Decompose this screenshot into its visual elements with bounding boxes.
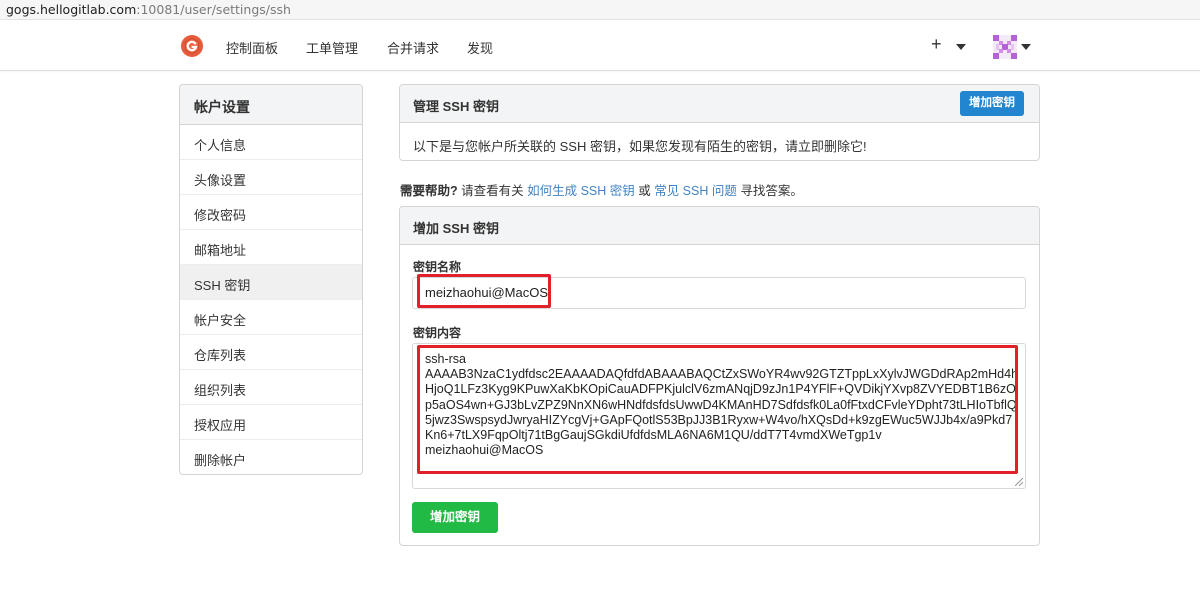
key-content-highlight-box — [417, 345, 1018, 474]
manage-ssh-keys-header: 管理 SSH 密钥 增加密钥 — [400, 85, 1039, 123]
sidebar-item-password[interactable]: 修改密码 — [180, 195, 362, 230]
add-ssh-key-header: 增加 SSH 密钥 — [400, 207, 1039, 245]
settings-sidebar: 帐户设置 个人信息 头像设置 修改密码 邮箱地址 SSH 密钥 帐户安全 仓库列… — [179, 84, 363, 475]
sidebar-item-ssh-keys[interactable]: SSH 密钥 — [180, 265, 362, 300]
sidebar-item-delete-account[interactable]: 删除帐户 — [180, 440, 362, 474]
gogs-logo-icon[interactable] — [180, 34, 204, 58]
sidebar-title: 帐户设置 — [180, 85, 362, 125]
sidebar-item-applications[interactable]: 授权应用 — [180, 405, 362, 440]
key-name-label: 密钥名称 — [413, 260, 462, 274]
manage-ssh-keys-title: 管理 SSH 密钥 — [413, 99, 499, 114]
chevron-down-icon[interactable] — [956, 44, 966, 50]
avatar[interactable] — [993, 35, 1017, 59]
plus-icon[interactable]: + — [931, 34, 942, 55]
url-text[interactable]: gogs.hellogitlab.com:10081/user/settings… — [6, 2, 291, 17]
nav-dashboard[interactable]: 控制面板 — [226, 38, 278, 57]
manage-ssh-keys-message: 以下是与您帐户所关联的 SSH 密钥，如果您发现有陌生的密钥，请立即删除它! — [413, 139, 867, 154]
sidebar-item-email[interactable]: 邮箱地址 — [180, 230, 362, 265]
resize-handle-icon[interactable] — [1015, 478, 1023, 486]
avatar-chevron-down-icon[interactable] — [1021, 44, 1031, 50]
key-content-label: 密钥内容 — [413, 326, 462, 340]
key-name-highlight-box — [417, 274, 551, 308]
help-label: 需要帮助? — [400, 184, 458, 198]
manage-ssh-keys-panel: 管理 SSH 密钥 增加密钥 以下是与您帐户所关联的 SSH 密钥，如果您发现有… — [399, 84, 1040, 161]
sidebar-item-profile[interactable]: 个人信息 — [180, 125, 362, 160]
sidebar-item-avatar[interactable]: 头像设置 — [180, 160, 362, 195]
help-text: 需要帮助? 请查看有关 如何生成 SSH 密钥 或 常见 SSH 问题 寻找答案… — [400, 184, 803, 198]
nav-issues[interactable]: 工单管理 — [306, 38, 358, 57]
add-ssh-key-title: 增加 SSH 密钥 — [413, 221, 499, 236]
sidebar-item-security[interactable]: 帐户安全 — [180, 300, 362, 335]
add-key-button[interactable]: 增加密钥 — [960, 91, 1024, 116]
sidebar-item-organizations[interactable]: 组织列表 — [180, 370, 362, 405]
common-ssh-issues-link[interactable]: 常见 SSH 问题 — [654, 184, 737, 198]
browser-address-bar[interactable]: gogs.hellogitlab.com:10081/user/settings… — [0, 0, 1200, 20]
submit-add-key-button[interactable]: 增加密钥 — [412, 502, 498, 533]
nav-explore[interactable]: 发现 — [467, 38, 493, 57]
how-to-generate-ssh-key-link[interactable]: 如何生成 SSH 密钥 — [527, 184, 635, 198]
sidebar-item-repositories[interactable]: 仓库列表 — [180, 335, 362, 370]
nav-pull-requests[interactable]: 合并请求 — [387, 38, 439, 57]
top-navbar: 控制面板 工单管理 合并请求 发现 + — [0, 21, 1200, 71]
